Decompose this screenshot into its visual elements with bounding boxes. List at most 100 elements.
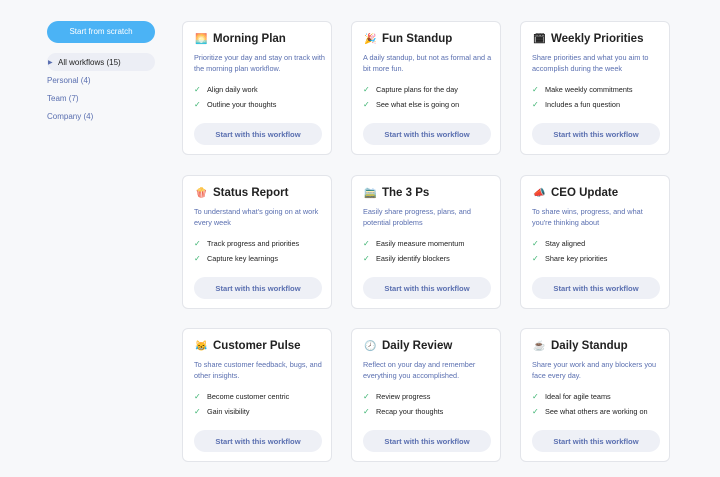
popcorn-icon: 🍿 (195, 187, 208, 199)
start-workflow-button[interactable]: Start with this workflow (532, 430, 660, 452)
card-title: 🌅 Morning Plan (194, 33, 286, 45)
feature-label: See what else is going on (376, 100, 460, 109)
check-icon: ✓ (363, 392, 370, 401)
card-title-text: Status Report (213, 187, 289, 199)
card-description: Reflect on your day and remember everyth… (363, 360, 476, 380)
check-icon: ✓ (363, 254, 370, 263)
card-title: 🕗 Daily Review (363, 340, 452, 352)
sunrise-icon: 🌅 (195, 33, 208, 45)
check-icon: ✓ (532, 392, 539, 401)
check-icon: ✓ (363, 239, 370, 248)
check-icon: ✓ (363, 100, 370, 109)
caret-right-icon: ▶ (48, 59, 53, 66)
feature-label: Capture key learnings (207, 254, 278, 263)
feature-label: Gain visibility (207, 407, 250, 416)
feature-item: ✓ Share key priorities (532, 254, 607, 263)
card-description: Share your work and any blockers you fac… (532, 360, 657, 380)
nav-item-all-workflows[interactable]: ▶ All workflows (15) (47, 53, 155, 71)
check-icon: ✓ (363, 407, 370, 416)
card-title: 🎉 Fun Standup (363, 33, 452, 45)
nav-item-label: Team (7) (47, 93, 79, 103)
check-icon: ✓ (532, 100, 539, 109)
card-title-text: Weekly Priorities (551, 33, 644, 45)
check-icon: ✓ (194, 85, 201, 94)
card-description: Prioritize your day and stay on track wi… (194, 53, 325, 73)
feature-item: ✓ Easily identify blockers (363, 254, 450, 263)
start-workflow-button[interactable]: Start with this workflow (194, 123, 322, 145)
feature-label: Ideal for agile teams (545, 392, 611, 401)
start-from-scratch-button[interactable]: Start from scratch (47, 21, 155, 43)
check-icon: ✓ (532, 239, 539, 248)
feature-item: ✓ Become customer centric (194, 392, 289, 401)
start-workflow-button[interactable]: Start with this workflow (363, 430, 491, 452)
feature-label: Capture plans for the day (376, 85, 458, 94)
feature-label: Stay aligned (545, 239, 586, 248)
start-workflow-button[interactable]: Start with this workflow (532, 123, 660, 145)
workflow-card-daily-standup: ☕ Daily Standup Share your work and any b… (520, 328, 670, 462)
card-title: 🍿 Status Report (194, 187, 288, 199)
card-title-text: Daily Standup (551, 340, 628, 352)
feature-item: ✓ See what else is going on (363, 100, 459, 109)
nav-item-team[interactable]: Team (7) (47, 89, 157, 107)
check-icon: ✓ (194, 239, 201, 248)
workflow-card-status-report: 🍿 Status Report To understand what's goin… (182, 175, 332, 309)
start-workflow-button[interactable]: Start with this workflow (194, 430, 322, 452)
feature-label: Track progress and priorities (207, 239, 300, 248)
card-title: 🚞 The 3 Ps (363, 187, 429, 199)
party-icon: 🎉 (364, 33, 377, 45)
nav-item-label: All workflows (15) (58, 57, 121, 67)
check-icon: ✓ (532, 407, 539, 416)
start-workflow-button[interactable]: Start with this workflow (194, 277, 322, 299)
workflow-card-fun-standup: 🎉 Fun Standup A daily standup, but not as… (351, 21, 501, 155)
feature-item: ✓ Capture key learnings (194, 254, 278, 263)
card-title-text: Fun Standup (382, 33, 453, 45)
workflow-card-ceo-update: 📣 CEO Update To share wins, progress, and… (520, 175, 670, 309)
card-title-text: CEO Update (551, 187, 619, 199)
workflow-card-weekly-priorities: 🗓 Weekly Priorities Share priorities and … (520, 21, 670, 155)
check-icon: ✓ (532, 85, 539, 94)
card-description: Easily share progress, plans, and potent… (363, 207, 471, 227)
coffee-icon: ☕ (533, 340, 546, 352)
start-workflow-button[interactable]: Start with this workflow (363, 277, 491, 299)
card-description: To share wins, progress, and what you're… (532, 207, 643, 227)
calendar-icon: 🗓 (533, 33, 546, 45)
workflow-card-customer-pulse: 😹 Customer Pulse To share customer feedba… (182, 328, 332, 462)
feature-item: ✓ Make weekly commitments (532, 85, 633, 94)
card-title: 🗓 Weekly Priorities (532, 33, 643, 45)
feature-item: ✓ See what others are working on (532, 407, 648, 416)
nav-item-company[interactable]: Company (4) (47, 107, 157, 125)
feature-label: Become customer centric (207, 392, 290, 401)
check-icon: ✓ (194, 254, 201, 263)
feature-item: ✓ Track progress and priorities (194, 239, 299, 248)
cat-icon: 😹 (195, 340, 208, 352)
megaphone-icon: 📣 (533, 187, 546, 199)
check-icon: ✓ (194, 392, 201, 401)
card-title: ☕ Daily Standup (532, 340, 628, 352)
check-icon: ✓ (532, 254, 539, 263)
feature-item: ✓ Outline your thoughts (194, 100, 276, 109)
workflow-card-the-3-ps: 🚞 The 3 Ps Easily share progress, plans, … (351, 175, 501, 309)
nav-item-label: Personal (4) (47, 75, 91, 85)
card-title-text: Daily Review (382, 340, 453, 352)
workflow-filter-nav: ▶ All workflows (15) Personal (4) Team (… (47, 53, 157, 125)
workflow-card-morning-plan: 🌅 Morning Plan Prioritize your day and st… (182, 21, 332, 155)
feature-label: Align daily work (207, 85, 258, 94)
feature-label: Easily measure momentum (376, 239, 465, 248)
feature-item: ✓ Stay aligned (532, 239, 585, 248)
feature-item: ✓ Recap your thoughts (363, 407, 443, 416)
check-icon: ✓ (363, 85, 370, 94)
feature-item: ✓ Includes a fun question (532, 100, 620, 109)
card-title-text: Customer Pulse (213, 340, 301, 352)
feature-label: Outline your thoughts (207, 100, 277, 109)
feature-item: ✓ Ideal for agile teams (532, 392, 611, 401)
feature-item: ✓ Capture plans for the day (363, 85, 458, 94)
feature-label: Recap your thoughts (376, 407, 444, 416)
check-icon: ✓ (194, 100, 201, 109)
start-workflow-button[interactable]: Start with this workflow (363, 123, 491, 145)
nav-item-personal[interactable]: Personal (4) (47, 71, 157, 89)
feature-item: ✓ Gain visibility (194, 407, 250, 416)
check-icon: ✓ (194, 407, 201, 416)
start-workflow-button[interactable]: Start with this workflow (532, 277, 660, 299)
card-title-text: Morning Plan (213, 33, 286, 45)
train-icon: 🚞 (364, 187, 377, 199)
